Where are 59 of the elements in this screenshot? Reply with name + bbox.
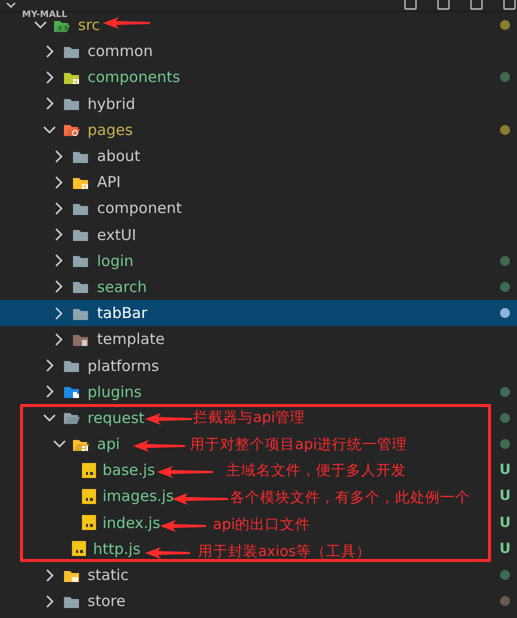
annotation-text: 用于封装axios等（工具） bbox=[198, 545, 371, 561]
tree-item[interactable]: index.js bbox=[102, 514, 160, 532]
tree-item[interactable]: static bbox=[88, 566, 129, 584]
tree-item[interactable]: hybrid bbox=[88, 94, 136, 113]
annotation-arrow bbox=[133, 440, 185, 452]
folder-icon bbox=[62, 384, 80, 400]
tree-item[interactable]: login bbox=[97, 252, 134, 270]
tree-item[interactable]: extUI bbox=[97, 226, 136, 244]
tree-item[interactable]: src bbox=[78, 16, 100, 34]
git-status-letter: U bbox=[499, 516, 511, 530]
folder-icon bbox=[72, 253, 90, 268]
explorer-title: MY-MALL bbox=[22, 10, 68, 20]
git-status-letter: U bbox=[499, 463, 511, 478]
js-file-icon bbox=[82, 515, 96, 530]
tree-item[interactable]: API bbox=[97, 173, 121, 192]
tree-item[interactable]: about bbox=[97, 147, 140, 166]
selected-row[interactable]: tabBar bbox=[0, 300, 517, 326]
annotation-arrow bbox=[172, 493, 228, 505]
tree-item[interactable]: images.js bbox=[102, 487, 174, 506]
annotation-text: api的出口文件 bbox=[213, 518, 310, 534]
folder-icon bbox=[62, 122, 80, 138]
tree-item[interactable]: common bbox=[88, 42, 153, 60]
folder-icon bbox=[62, 358, 80, 374]
chevron-down-icon[interactable] bbox=[33, 21, 47, 30]
git-status-letter: U bbox=[499, 542, 511, 556]
chevron-down-icon[interactable] bbox=[52, 440, 66, 448]
folder-icon bbox=[62, 410, 80, 426]
folder-icon bbox=[72, 227, 90, 242]
annotation-text: 主域名文件，便于多人开发 bbox=[226, 464, 406, 480]
js-file-icon bbox=[72, 541, 86, 556]
tree-item[interactable]: template bbox=[97, 330, 165, 348]
folder-icon bbox=[62, 96, 80, 112]
tree-item[interactable]: platforms bbox=[88, 356, 160, 375]
annotation-text: 用于对整个项目api进行统一管理 bbox=[190, 438, 408, 454]
chevron-down-icon[interactable] bbox=[42, 126, 56, 134]
annotation-arrow bbox=[145, 547, 190, 559]
tree-item[interactable]: http.js bbox=[93, 540, 141, 558]
tree-item[interactable]: components bbox=[88, 68, 180, 86]
annotation-arrow bbox=[145, 413, 192, 425]
folder-icon bbox=[72, 279, 90, 294]
tree-item[interactable]: plugins bbox=[88, 382, 142, 401]
annotation-arrow bbox=[157, 466, 213, 478]
tree-item[interactable]: search bbox=[97, 278, 147, 296]
tree-item[interactable]: pages bbox=[88, 120, 133, 139]
tree-item[interactable]: request bbox=[88, 408, 145, 427]
tree-item[interactable]: component bbox=[97, 199, 182, 218]
chevron-down-icon[interactable] bbox=[42, 414, 56, 422]
tree-item[interactable]: api bbox=[97, 435, 120, 454]
js-file-icon bbox=[82, 488, 96, 504]
tree-item[interactable]: store bbox=[88, 592, 126, 610]
annotation-arrow bbox=[160, 520, 206, 532]
chevron-down-icon[interactable] bbox=[6, 2, 16, 9]
annotation-text: 拦截器与api管理 bbox=[193, 411, 306, 427]
annotation-text: 各个模块文件，有多个，此处例一个 bbox=[230, 491, 470, 507]
annotation-arrow bbox=[103, 17, 150, 29]
git-status-letter: U bbox=[499, 489, 511, 504]
tree-item[interactable]: base.js bbox=[102, 461, 156, 480]
js-file-icon bbox=[82, 462, 96, 478]
tree-item[interactable]: tabBar bbox=[97, 304, 148, 322]
